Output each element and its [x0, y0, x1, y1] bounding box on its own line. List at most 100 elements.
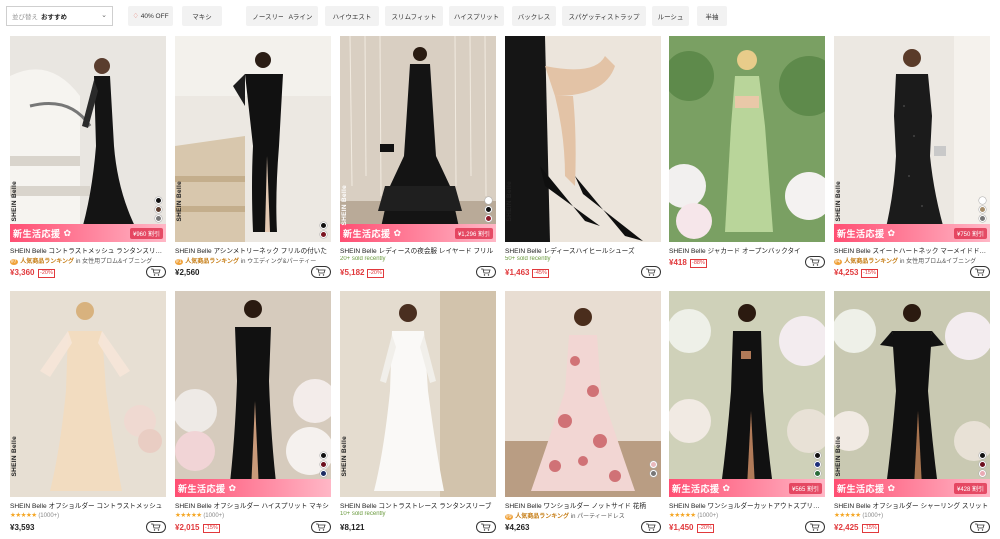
color-swatches[interactable] [320, 222, 327, 238]
color-swatch[interactable] [650, 470, 657, 477]
product-name[interactable]: SHEIN Belle オフショルダー シャーリング スリット [834, 500, 990, 510]
product-name[interactable]: SHEIN Belle オフショルダー ハイスプリット マキシ [175, 500, 331, 510]
color-swatch[interactable] [485, 206, 492, 213]
add-to-cart-button[interactable] [970, 266, 990, 278]
filter-chip[interactable]: スリムフィット [385, 6, 443, 26]
color-swatch[interactable] [485, 197, 492, 204]
color-swatch[interactable] [979, 206, 986, 213]
product-price: ¥3,360 [10, 268, 35, 277]
product-image[interactable]: SHEIN Belle [340, 291, 496, 497]
add-to-cart-button[interactable] [476, 521, 496, 533]
filter-chip[interactable]: 半袖 [697, 6, 727, 26]
product-card[interactable]: SHEIN Belle SHEIN Belle コントラストレース ランタンスリ… [340, 291, 496, 539]
color-swatch[interactable] [320, 461, 327, 468]
product-image[interactable]: 新生活応援 ✿ ¥565 割引 [669, 291, 825, 497]
product-card[interactable]: SHEIN Belle 新生活応援 ✿ ¥960 割引 SHEIN Belle … [10, 36, 166, 286]
color-swatch[interactable] [979, 215, 986, 222]
product-card[interactable]: SHEIN Belle SHEIN Belle レディースハイヒールシューズ 5… [505, 36, 661, 286]
filter-chip[interactable]: ♢ 40% OFF [128, 6, 173, 26]
product-photo [340, 291, 496, 497]
add-to-cart-button[interactable] [146, 521, 166, 533]
add-to-cart-icon [151, 523, 161, 531]
color-swatch[interactable] [979, 461, 986, 468]
product-rank: #9 人気商品ランキング in パーティードレス [505, 514, 625, 520]
color-swatches[interactable] [979, 452, 986, 477]
product-image[interactable]: SHEIN Belle 新生活応援 ✿ ¥428 割引 [834, 291, 990, 497]
product-card[interactable]: SHEIN Belle 新生活応援 ✿ ¥428 割引 SHEIN Belle … [834, 291, 990, 539]
product-card[interactable]: 新生活応援 ✿ ¥1,296 割引 SHEIN Belle SHEIN Bell… [340, 36, 496, 286]
add-to-cart-button[interactable] [641, 521, 661, 533]
price-row: ¥5,182 -20% [340, 266, 496, 280]
product-card[interactable]: 新生活応援 ✿ ¥565 割引 SHEIN Belle ワンショルダーカットアウ… [669, 291, 825, 539]
product-name[interactable]: SHEIN Belle アシンメトリーネック フリルの付いた [175, 245, 331, 255]
sort-select[interactable]: 並び替え おすすめ ⌄ [6, 6, 113, 26]
add-to-cart-button[interactable] [311, 266, 331, 278]
color-swatch[interactable] [814, 452, 821, 459]
product-image[interactable]: 新生活応援 ✿ [175, 291, 331, 497]
color-swatch[interactable] [320, 470, 327, 477]
filter-chip[interactable]: スパゲッティストラップ [562, 6, 646, 26]
product-name[interactable]: SHEIN Belle スイートハートネック マーメイドドレス [834, 245, 990, 255]
color-swatches[interactable] [485, 197, 492, 222]
product-name[interactable]: SHEIN Belle ワンショルダー ノットサイド 花柄 [505, 500, 661, 510]
product-name[interactable]: SHEIN Belle ワンショルダーカットアウトスプリット [669, 500, 825, 510]
color-swatch[interactable] [320, 452, 327, 459]
color-swatch[interactable] [979, 470, 986, 477]
product-card[interactable]: SHEIN Belle 新生活応援 ✿ ¥750 割引 SHEIN Belle … [834, 36, 990, 286]
product-image[interactable]: 新生活応援 ✿ ¥1,296 割引 [340, 36, 496, 242]
color-swatch[interactable] [155, 215, 162, 222]
product-name[interactable]: SHEIN Belle レディースの夜会服 レイヤード フリル [340, 245, 496, 255]
product-card[interactable]: 新生活応援 ✿ SHEIN Belle オフショルダー ハイスプリット マキシ … [175, 291, 331, 539]
add-to-cart-button[interactable] [805, 521, 825, 533]
color-swatches[interactable] [650, 461, 657, 477]
product-image[interactable]: SHEIN Belle [505, 36, 661, 242]
filter-chip[interactable]: バックレス [512, 6, 556, 26]
product-card[interactable]: SHEIN Belle ジャカード オープンバックタイ ¥418 -88% [669, 36, 825, 286]
add-to-cart-button[interactable] [970, 521, 990, 533]
product-card[interactable]: SHEIN Belle ワンショルダー ノットサイド 花柄 #9 人気商品ランキ… [505, 291, 661, 539]
product-name[interactable]: SHEIN Belle レディースハイヒールシューズ [505, 245, 661, 255]
filter-chip[interactable]: ルーシュ [652, 6, 689, 26]
product-name[interactable]: SHEIN Belle コントラストメッシュ ランタンスリーブ マーメイド [10, 245, 166, 255]
add-to-cart-icon [646, 523, 656, 531]
color-swatches[interactable] [814, 452, 821, 477]
color-swatch[interactable] [155, 206, 162, 213]
add-to-cart-button[interactable] [311, 521, 331, 533]
add-to-cart-icon [810, 523, 820, 531]
filter-chip[interactable]: マキシ [182, 6, 222, 26]
add-to-cart-button[interactable] [146, 266, 166, 278]
color-swatches[interactable] [320, 452, 327, 477]
product-card[interactable]: SHEIN Belle SHEIN Belle アシンメトリーネック フリルの付… [175, 36, 331, 286]
product-image[interactable]: SHEIN Belle [175, 36, 331, 242]
product-image[interactable]: SHEIN Belle 新生活応援 ✿ ¥960 割引 [10, 36, 166, 242]
color-swatch[interactable] [485, 215, 492, 222]
filter-chip[interactable]: Aライン [283, 6, 318, 26]
color-swatch[interactable] [814, 470, 821, 477]
product-name[interactable]: SHEIN Belle ジャカード オープンバックタイ [669, 245, 825, 255]
product-card[interactable]: SHEIN Belle SHEIN Belle オフショルダー コントラストメッ… [10, 291, 166, 539]
add-to-cart-button[interactable] [476, 266, 496, 278]
color-swatch[interactable] [979, 452, 986, 459]
add-to-cart-button[interactable] [641, 266, 661, 278]
color-swatch[interactable] [155, 197, 162, 204]
filter-chip[interactable]: ハイウエスト [325, 6, 379, 26]
product-image[interactable]: SHEIN Belle [10, 291, 166, 497]
product-name[interactable]: SHEIN Belle コントラストレース ランタンスリーブ [340, 500, 496, 510]
color-swatch[interactable] [814, 461, 821, 468]
color-swatches[interactable] [979, 197, 986, 222]
promo-price: ¥565 割引 [788, 483, 822, 494]
rank-badge: #7 [10, 259, 18, 265]
product-name[interactable]: SHEIN Belle オフショルダー コントラストメッシュ [10, 500, 166, 510]
color-swatches[interactable] [155, 197, 162, 222]
price-row: ¥3,360 -20% [10, 266, 166, 280]
product-image[interactable] [505, 291, 661, 497]
color-swatch[interactable] [650, 461, 657, 468]
product-image[interactable] [669, 36, 825, 242]
product-image[interactable]: SHEIN Belle 新生活応援 ✿ ¥750 割引 [834, 36, 990, 242]
color-swatch[interactable] [979, 197, 986, 204]
add-to-cart-button[interactable] [805, 256, 825, 268]
color-swatch[interactable] [320, 231, 327, 238]
filter-chip[interactable]: ハイスプリット [449, 6, 504, 26]
color-swatch[interactable] [320, 222, 327, 229]
price-row: ¥2,425 -15% [834, 521, 990, 535]
